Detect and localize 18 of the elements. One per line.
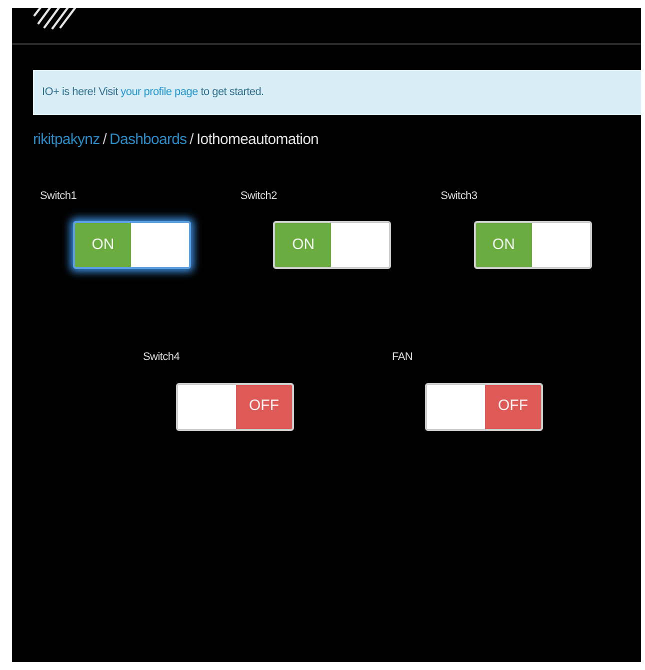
toggle-switch[interactable]: OFF: [425, 382, 543, 430]
banner-text: IO+ is here! Visit: [42, 86, 120, 98]
toggle-switch[interactable]: ON: [73, 221, 191, 269]
switch-label: FAN: [392, 350, 413, 365]
switch-label: Switch2: [240, 188, 277, 204]
breadcrumb-current: Iothomeautomation: [196, 130, 319, 150]
breadcrumb-link[interactable]: rikitpakynz: [33, 129, 100, 152]
switch-label: Switch3: [440, 188, 478, 204]
breadcrumb-separator: /: [102, 130, 107, 150]
breadcrumb-link[interactable]: Dashboards: [110, 129, 187, 152]
toggle-switch[interactable]: ON: [474, 221, 592, 269]
switch-label: Switch4: [143, 350, 180, 365]
breadcrumb-separator: /: [190, 130, 194, 150]
profile-link[interactable]: your profile page: [120, 86, 198, 98]
toggle-switch[interactable]: ON: [273, 221, 392, 269]
banner-text: to get started.: [200, 86, 264, 98]
switch-label: Switch1: [40, 188, 77, 204]
toggle-switch[interactable]: OFF: [176, 382, 294, 430]
